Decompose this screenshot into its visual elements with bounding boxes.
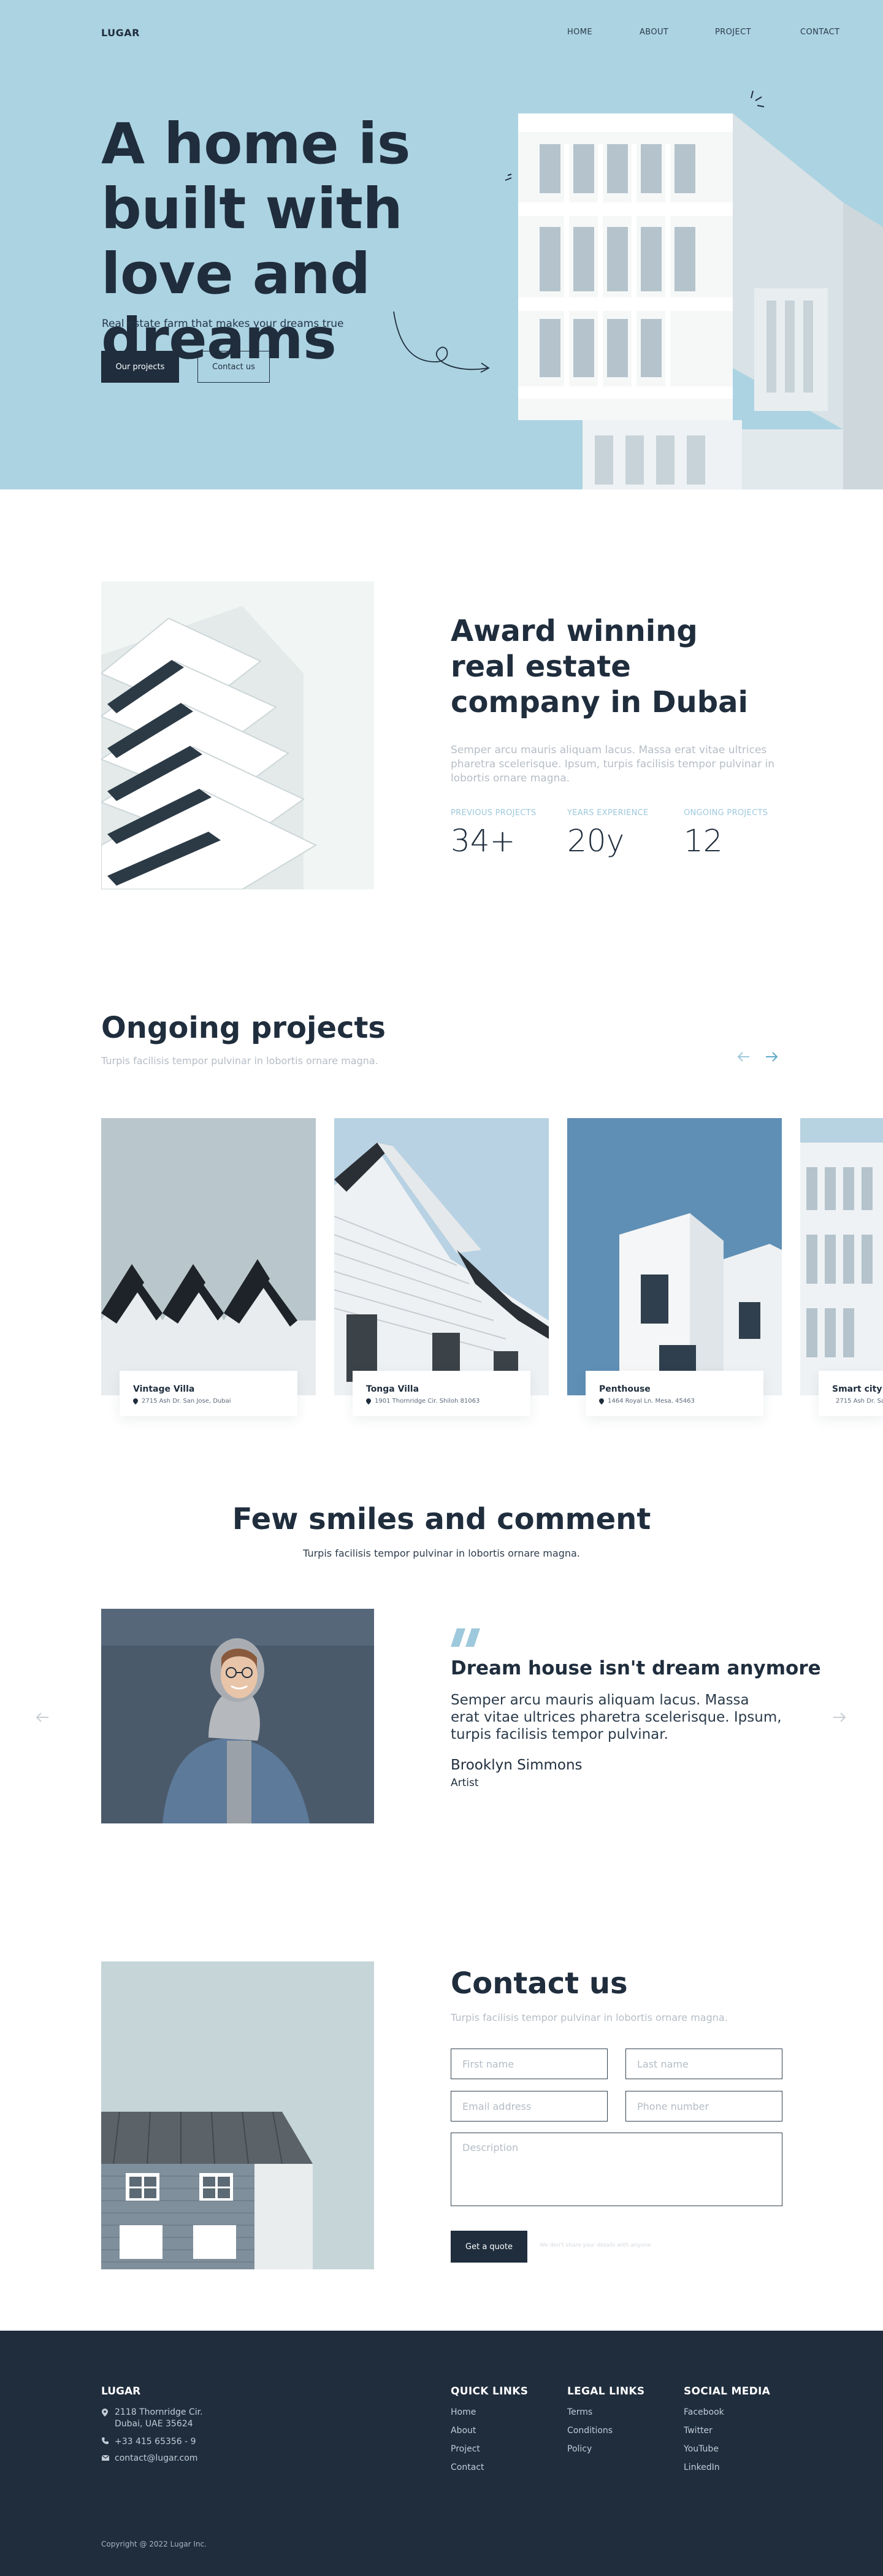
hero-building-image xyxy=(505,90,883,489)
footer-link-terms[interactable]: Terms xyxy=(567,2407,592,2417)
mail-icon xyxy=(102,2455,109,2461)
stat-label-years-experience: YEARS EXPERIENCE xyxy=(567,808,649,818)
footer-link-twitter[interactable]: Twitter xyxy=(684,2426,713,2436)
footer-link-project[interactable]: Project xyxy=(451,2444,480,2454)
stat-label-previous-projects: PREVIOUS PROJECTS xyxy=(451,808,537,818)
footer-address-line2: Dubai, UAE 35624 xyxy=(115,2419,193,2429)
about-title: Award winning real estate company in Dub… xyxy=(451,614,748,719)
location-pin-icon xyxy=(102,2409,108,2417)
project-card-penthouse[interactable]: Penthouse 1464 Royal Ln. Mesa, 45463 xyxy=(586,1371,763,1416)
project-card-tonga-villa[interactable]: Tonga Villa 1901 Thornridge Cir. Shiloh … xyxy=(353,1371,530,1416)
footer-link-contact[interactable]: Contact xyxy=(451,2463,484,2472)
about-building-image xyxy=(101,581,374,889)
arrow-left-icon xyxy=(36,1712,48,1722)
footer-link-youtube[interactable]: YouTube xyxy=(684,2444,719,2454)
nav-link-contact[interactable]: CONTACT xyxy=(800,28,839,37)
project-name: Vintage Villa xyxy=(133,1384,195,1394)
footer-link-conditions[interactable]: Conditions xyxy=(567,2426,613,2436)
location-pin-icon xyxy=(366,1398,371,1405)
project-address: 1901 Thornridge Cir. Shiloh 81063 xyxy=(375,1398,480,1405)
nav-link-about[interactable]: ABOUT xyxy=(640,28,668,37)
description-field[interactable] xyxy=(451,2133,782,2206)
contact-house-image xyxy=(101,1961,374,2269)
testimonials-title: Few smiles and comment xyxy=(232,1502,651,1536)
last-name-field[interactable] xyxy=(625,2049,782,2079)
project-image-vintage-villa[interactable] xyxy=(101,1118,316,1395)
carousel-prev-button[interactable] xyxy=(736,1049,752,1065)
email-field[interactable] xyxy=(451,2091,608,2122)
project-card-vintage-villa[interactable]: Vintage Villa 2715 Ash Dr. San Jose, Dub… xyxy=(120,1371,297,1416)
projects-subtitle: Turpis facilisis tempor pulvinar in lobo… xyxy=(101,1055,378,1067)
footer-link-policy[interactable]: Policy xyxy=(567,2444,592,2454)
footer-brand[interactable]: LUGAR xyxy=(101,2385,140,2398)
project-image-penthouse[interactable] xyxy=(567,1118,782,1395)
project-name: Tonga Villa xyxy=(366,1384,419,1394)
footer-phone[interactable]: +33 415 65356 - 9 xyxy=(115,2436,196,2448)
footer-copyright: Copyright @ 2022 Lugar Inc. xyxy=(101,2540,207,2548)
location-pin-icon xyxy=(133,1398,138,1405)
get-a-quote-button[interactable]: Get a quote xyxy=(451,2231,527,2263)
footer-legal-links-title: LEGAL LINKS xyxy=(567,2385,645,2398)
stat-value-ongoing-projects: 12 xyxy=(684,823,723,859)
project-address: 2715 Ash Dr. San Jose, Dubai xyxy=(836,1398,883,1405)
footer-link-about[interactable]: About xyxy=(451,2426,476,2436)
our-projects-button[interactable]: Our projects xyxy=(101,351,179,383)
testimonial-quote-text: Semper arcu mauris aliquam lacus. Massa … xyxy=(451,1692,782,1742)
testimonial-author: Brooklyn Simmons xyxy=(451,1757,583,1773)
footer-link-facebook[interactable]: Facebook xyxy=(684,2407,724,2417)
nav-link-home[interactable]: HOME xyxy=(567,28,592,37)
nav-link-project[interactable]: PROJECT xyxy=(715,28,751,37)
project-name: Smart city penthouse xyxy=(832,1384,883,1394)
contact-title: Contact us xyxy=(451,1966,628,2001)
arrow-right-icon xyxy=(766,1052,778,1062)
phone-field[interactable] xyxy=(625,2091,782,2122)
footer-social-media-title: SOCIAL MEDIA xyxy=(684,2385,771,2398)
footer-link-home[interactable]: Home xyxy=(451,2407,476,2417)
hero-subtitle: Real estate farm that makes your dreams … xyxy=(102,318,344,330)
stat-value-previous-projects: 34+ xyxy=(451,823,516,859)
contact-subtitle: Turpis facilisis tempor pulvinar in lobo… xyxy=(451,2012,728,2023)
arrow-right-icon xyxy=(833,1712,846,1722)
testimonial-quote-title: Dream house isn't dream anymore xyxy=(451,1657,821,1679)
about-text: Semper arcu mauris aliquam lacus. Massa … xyxy=(451,744,774,784)
testimonial-photo xyxy=(101,1609,374,1823)
hero-title: A home is built with love and dreams xyxy=(101,111,411,372)
stat-value-years-experience: 20y xyxy=(567,823,625,859)
project-name: Penthouse xyxy=(599,1384,651,1394)
testimonial-next-button[interactable] xyxy=(831,1709,848,1726)
footer-address-line1: 2118 Thornridge Cir. xyxy=(115,2407,203,2417)
projects-title: Ongoing projects xyxy=(101,1011,386,1045)
footer-email[interactable]: contact@lugar.com xyxy=(115,2453,197,2464)
quote-icon xyxy=(451,1628,480,1647)
testimonials-subtitle: Turpis facilisis tempor pulvinar in lobo… xyxy=(303,1547,580,1559)
footer-link-linkedin[interactable]: LinkedIn xyxy=(684,2463,720,2472)
first-name-field[interactable] xyxy=(451,2049,608,2079)
testimonial-role: Artist xyxy=(451,1777,479,1789)
brand-logo[interactable]: LUGAR xyxy=(101,27,140,39)
carousel-next-button[interactable] xyxy=(763,1049,779,1065)
location-pin-icon xyxy=(599,1398,604,1405)
contact-us-button[interactable]: Contact us xyxy=(197,351,270,383)
privacy-note: We don't share your details with anyone xyxy=(540,2242,651,2248)
project-address: 2715 Ash Dr. San Jose, Dubai xyxy=(142,1398,231,1405)
arrow-left-icon xyxy=(737,1052,749,1062)
project-image-tonga-villa[interactable] xyxy=(334,1118,549,1395)
phone-icon xyxy=(102,2437,109,2444)
project-card-smart-city-penthouse[interactable]: Smart city penthouse 2715 Ash Dr. San Jo… xyxy=(819,1371,883,1416)
project-image-smart-city-penthouse[interactable] xyxy=(800,1118,883,1395)
stat-label-ongoing-projects: ONGOING PROJECTS xyxy=(684,808,768,818)
footer-quick-links-title: QUICK LINKS xyxy=(451,2385,529,2398)
testimonial-prev-button[interactable] xyxy=(34,1709,51,1726)
project-address: 1464 Royal Ln. Mesa, 45463 xyxy=(608,1398,695,1405)
